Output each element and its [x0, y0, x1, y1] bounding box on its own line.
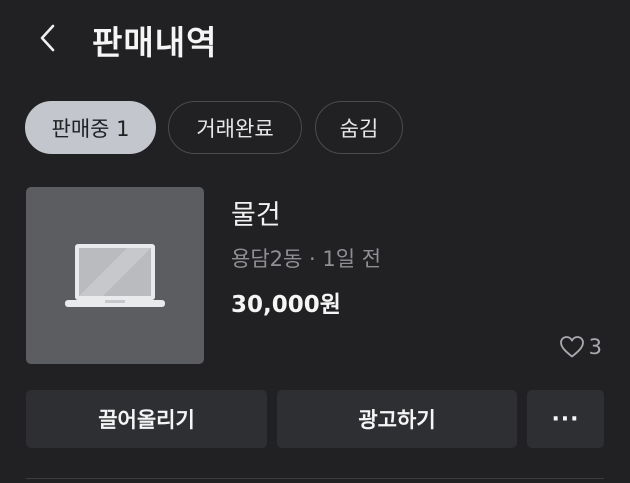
- more-options-button[interactable]: ···: [527, 390, 604, 448]
- back-button[interactable]: [30, 18, 66, 58]
- heart-icon: [559, 336, 584, 358]
- item-thumbnail[interactable]: [26, 187, 204, 364]
- laptop-icon: [65, 243, 165, 307]
- header: 판매내역: [0, 0, 630, 78]
- item-price: 30,000원: [231, 292, 341, 318]
- tab-selling[interactable]: 판매중 1: [25, 101, 156, 154]
- tab-completed[interactable]: 거래완료: [168, 101, 302, 154]
- bump-up-button[interactable]: 끌어올리기: [26, 390, 267, 448]
- item-location-time: 용담2동 · 1일 전: [231, 247, 382, 271]
- status-tabs: 판매중 1 거래완료 숨김: [25, 101, 403, 154]
- item-title[interactable]: 물건: [231, 193, 281, 232]
- like-count-value: 3: [588, 335, 602, 359]
- tab-hidden[interactable]: 숨김: [315, 101, 403, 154]
- chevron-left-icon: [40, 24, 55, 52]
- divider: [26, 478, 604, 479]
- advertise-button[interactable]: 광고하기: [277, 390, 517, 448]
- page-title: 판매내역: [92, 23, 218, 62]
- sales-history-screen: 판매내역 판매중 1 거래완료 숨김 물건 용담2동 · 1일 전 30,000…: [0, 0, 630, 483]
- like-count: 3: [559, 333, 602, 361]
